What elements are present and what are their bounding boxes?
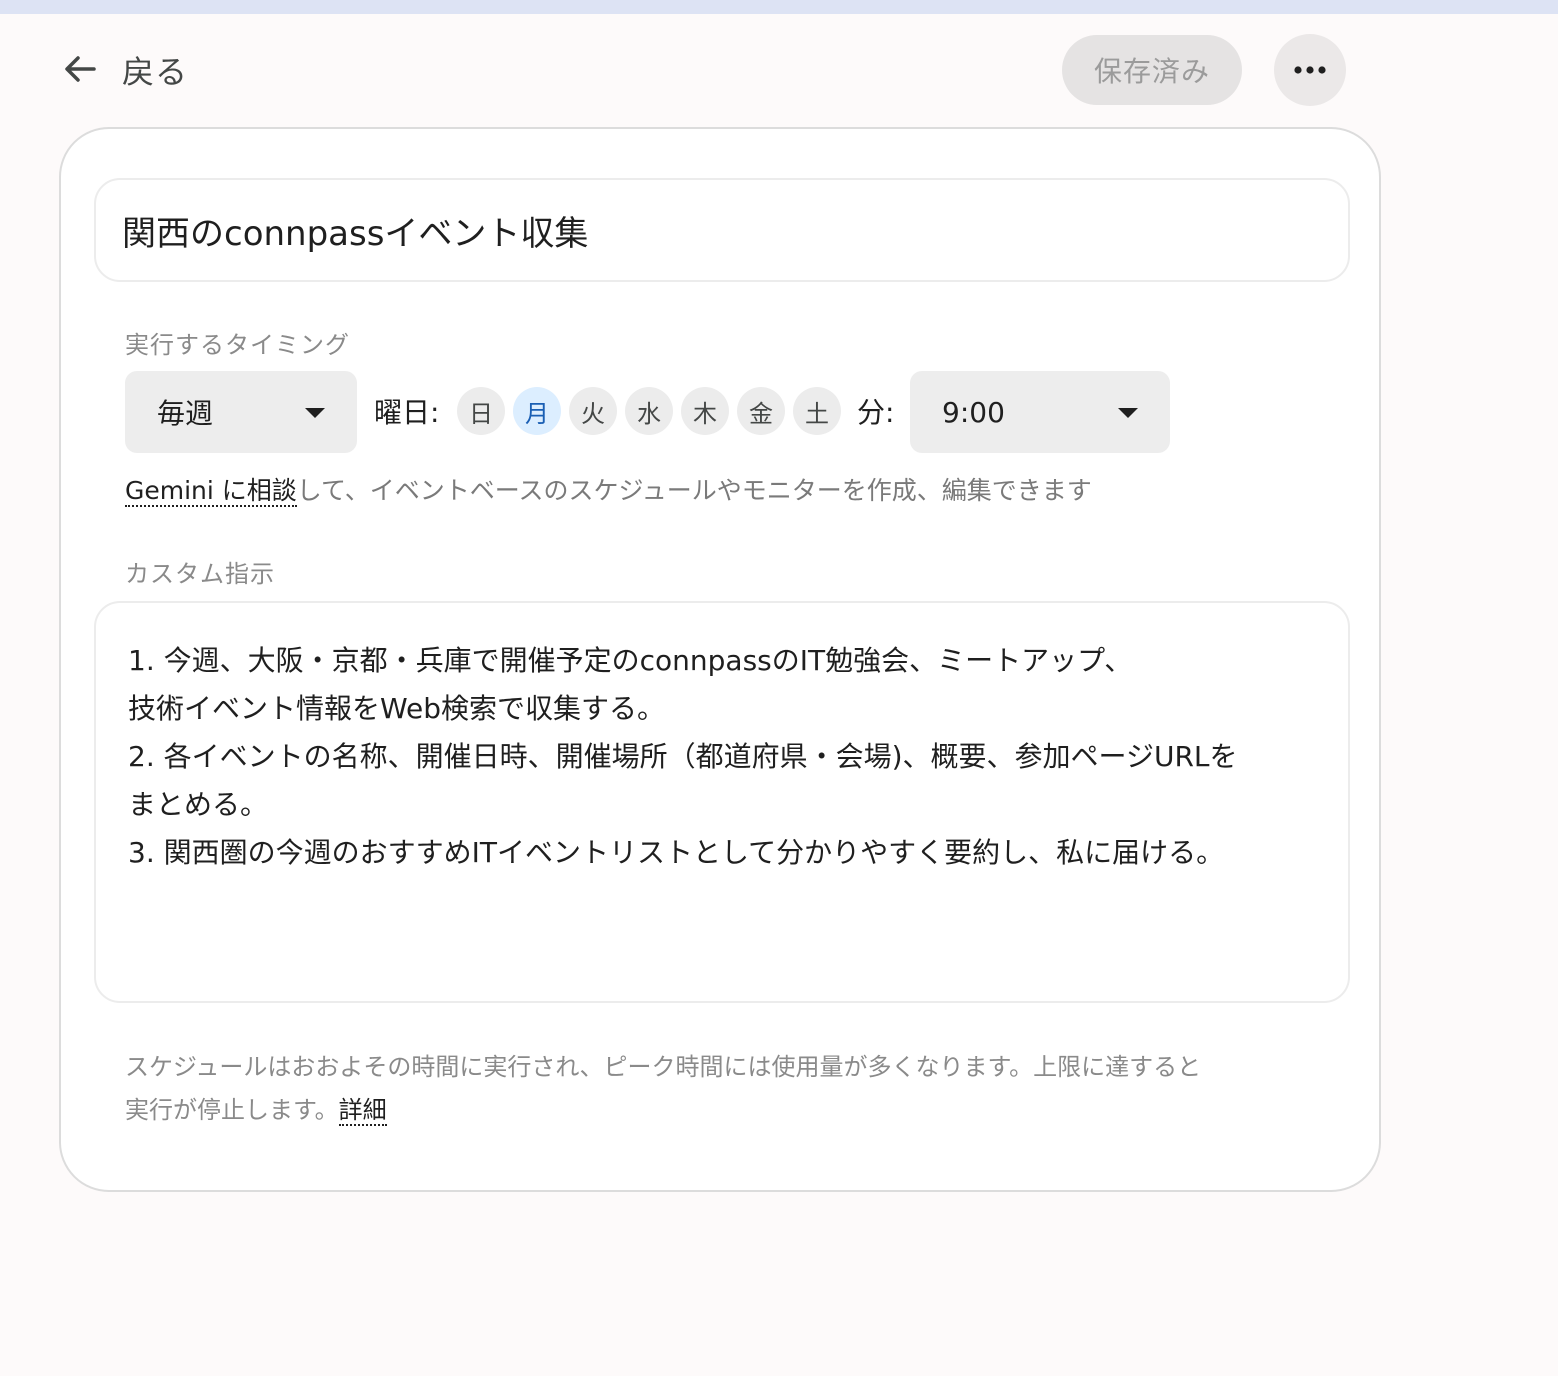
footnote-line-2: 実行が停止します。詳細	[125, 1089, 1325, 1132]
title-input[interactable]: 関西のconnpassイベント収集	[94, 178, 1350, 282]
gemini-consult-link[interactable]: Gemini に相談	[125, 476, 297, 507]
saved-button[interactable]: 保存済み	[1062, 35, 1242, 105]
gemini-hint-text: して、イベントベースのスケジュールやモニターを作成、編集できます	[296, 476, 1092, 505]
time-select[interactable]: 9:00	[910, 371, 1170, 453]
instruction-line: 技術イベント情報をWeb検索で収集する。	[128, 692, 666, 725]
caret-down-icon	[305, 408, 325, 418]
instruction-line: 3. 関西圏の今週のおすすめITイベントリストとして分かりやすく要約し、私に届け…	[128, 836, 1225, 869]
schedule-card: 関西のconnpassイベント収集 実行するタイミング 毎週 曜日: 日 月 火…	[59, 127, 1381, 1192]
day-chip-sun[interactable]: 日	[457, 387, 505, 435]
frequency-value: 毎週	[157, 397, 214, 430]
details-link[interactable]: 詳細	[338, 1096, 387, 1126]
day-chip-wed[interactable]: 水	[625, 387, 673, 435]
custom-instructions-input[interactable]: 1. 今週、大阪・京都・兵庫で開催予定のconnpassのIT勉強会、ミートアッ…	[94, 601, 1350, 1003]
gemini-hint: Gemini に相談して、イベントベースのスケジュールやモニターを作成、編集でき…	[125, 471, 1092, 507]
instruction-line: まとめる。	[128, 788, 269, 821]
arrow-left-icon	[60, 49, 100, 92]
schedule-footnote: スケジュールはおおよその時間に実行され、ピーク時間には使用量が多くなります。上限…	[125, 1046, 1325, 1132]
day-chip-mon[interactable]: 月	[513, 387, 561, 435]
day-chip-fri[interactable]: 金	[737, 387, 785, 435]
caret-down-icon	[1118, 408, 1138, 418]
days-label: 曜日:	[374, 396, 440, 429]
time-value: 9:00	[942, 395, 1005, 429]
instruction-line: 2. 各イベントの名称、開催日時、開催場所（都道府県・会場)、概要、参加ページU…	[128, 740, 1238, 773]
more-horiz-icon	[1293, 63, 1327, 78]
footnote-line: スケジュールはおおよその時間に実行され、ピーク時間には使用量が多くなります。上限…	[125, 1053, 1202, 1081]
top-strip	[0, 0, 1558, 14]
frequency-select[interactable]: 毎週	[125, 371, 357, 453]
minute-label: 分:	[857, 396, 895, 429]
day-chip-sat[interactable]: 土	[793, 387, 841, 435]
back-button[interactable]: 戻る	[60, 42, 188, 98]
more-button[interactable]	[1274, 34, 1346, 106]
instruction-line: 1. 今週、大阪・京都・兵庫で開催予定のconnpassのIT勉強会、ミートアッ…	[128, 644, 1133, 677]
back-label: 戻る	[122, 54, 189, 90]
timing-section-label: 実行するタイミング	[125, 331, 350, 359]
day-chip-thu[interactable]: 木	[681, 387, 729, 435]
footnote-text: 実行が停止します。	[125, 1096, 339, 1124]
custom-instructions-label: カスタム指示	[125, 560, 275, 588]
day-chip-tue[interactable]: 火	[569, 387, 617, 435]
